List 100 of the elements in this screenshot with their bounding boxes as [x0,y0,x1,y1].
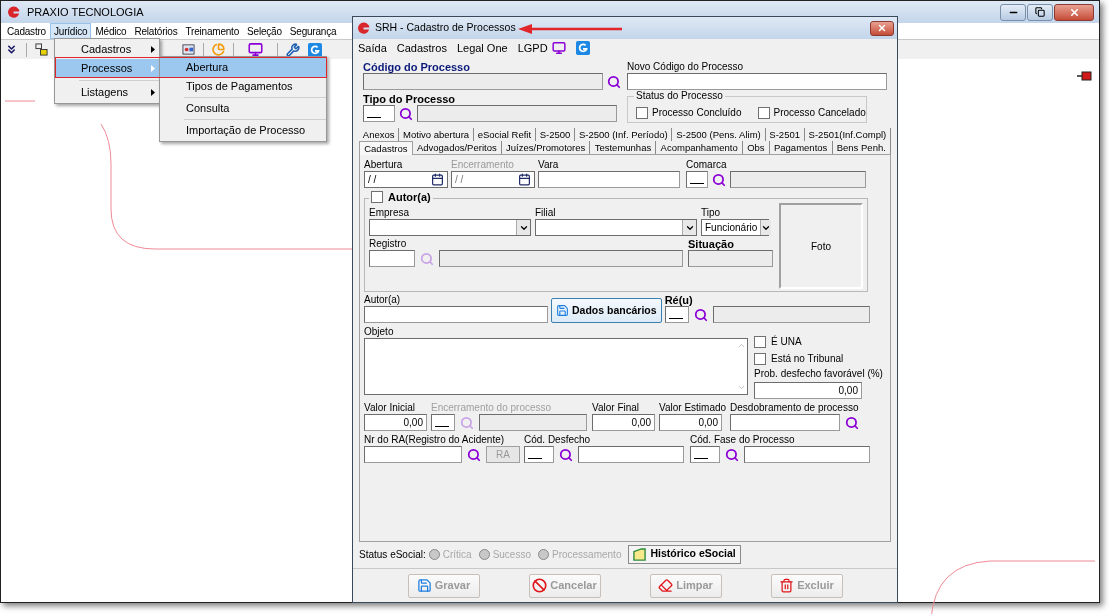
menu-item[interactable]: Importação de Processo [160,121,326,140]
input-field[interactable] [479,414,587,431]
input-field[interactable] [690,446,720,463]
input-field[interactable] [439,250,683,267]
menu-item[interactable]: Seleção [243,23,286,39]
search-icon[interactable] [693,307,708,322]
tab[interactable]: Pagamentos [769,141,833,154]
tab[interactable]: S-2501 [765,128,805,141]
input-field[interactable] [712,306,870,323]
search-icon[interactable] [559,447,573,462]
bank-details-button[interactable]: Dados bancários [551,298,662,323]
close-button[interactable] [1054,3,1094,21]
input-field[interactable] [369,250,415,267]
checkbox[interactable] [754,352,766,365]
collapse-icon[interactable] [5,43,18,56]
menu-item[interactable]: Relatórios [130,23,182,39]
tab[interactable]: Acompanhamento [656,141,743,154]
checkbox[interactable] [636,106,648,119]
history-button[interactable]: Histórico eSocial [628,544,741,564]
menu-item[interactable]: Treinamento [181,23,244,39]
tab[interactable]: Bens Penh. [832,141,892,154]
tab[interactable]: S-2501(Inf.Compl) [804,128,892,141]
input-field[interactable] [730,171,866,188]
tab[interactable]: Juízes/Promotores [501,141,591,154]
input-field[interactable] [364,446,462,463]
tab[interactable]: Cadastros [359,141,413,155]
input-field[interactable] [686,171,708,188]
field-label: Registro [369,238,408,250]
dropdown[interactable] [535,219,697,236]
tab[interactable]: Obs [742,141,770,154]
input-field[interactable] [363,73,603,90]
tab[interactable]: S-2500 (Pens. Alim) [672,128,766,141]
input-field[interactable] [730,414,841,431]
window-title: SRH - Cadastro de Processos [375,20,516,36]
tree-icon[interactable] [35,43,48,56]
input-field[interactable] [578,446,684,463]
search-icon[interactable] [845,415,860,430]
menu-item[interactable]: Cadastros [55,40,159,59]
input-field[interactable]: 0,00 [754,382,862,399]
checkbox[interactable] [371,191,383,203]
menu-item[interactable]: Médico [91,23,131,39]
menu-item[interactable]: Segurança [285,23,341,39]
text-area[interactable] [364,338,748,395]
tab[interactable]: Testemunhas [590,141,657,154]
submenu-arrow-icon [151,89,155,96]
restore-button[interactable] [1027,3,1053,21]
input-field[interactable]: 0,00 [659,414,722,431]
tab[interactable]: eSocial Refit [473,128,536,141]
app-icon[interactable] [308,42,322,57]
input-field[interactable] [664,306,689,323]
search-icon[interactable] [712,172,726,187]
date-field[interactable]: / / [364,171,448,188]
field-label: Tipo [701,207,722,219]
restore-icon [1035,7,1045,17]
dropdown[interactable] [369,219,531,236]
input-field[interactable] [364,306,548,323]
pin-icon [1077,71,1093,81]
input-field[interactable]: 0,00 [592,414,655,431]
id-card-icon[interactable] [182,43,195,56]
menu-item[interactable]: Tipos de Pagamentos [160,77,326,96]
search-icon[interactable] [467,447,481,462]
tab[interactable]: S-2500 [535,128,576,141]
checkbox[interactable] [757,106,770,119]
menu-item[interactable]: LGPD [517,39,548,57]
trash-icon [779,578,795,593]
input-field[interactable] [538,171,680,188]
tools-icon[interactable] [286,42,300,57]
search-icon[interactable] [725,447,739,462]
checkbox[interactable] [754,335,766,348]
input-field[interactable] [417,105,617,122]
calendar-icon[interactable] [431,173,444,186]
menu-item[interactable]: Saída [358,39,387,57]
input-field[interactable] [524,446,554,463]
menu-item[interactable]: Jurídico [50,23,92,39]
monitor-icon[interactable] [248,42,263,57]
dropdown[interactable]: Funcionário [701,219,769,236]
close-button[interactable] [870,20,894,36]
input-field[interactable] [627,73,887,90]
menu-item[interactable]: Cadastros [396,39,447,57]
app-icon[interactable] [575,41,590,55]
tab[interactable]: Advogados/Peritos [412,141,502,154]
tab[interactable]: S-2500 (Inf. Período) [575,128,673,141]
menu-item[interactable]: Listagens [55,83,159,102]
field-label: Novo Código do Processo [627,61,745,73]
input-field[interactable] [688,250,773,267]
input-field[interactable] [744,446,870,463]
menu-item[interactable]: Consulta [160,99,326,118]
menu-item[interactable]: Legal One [456,39,508,57]
monitor-icon[interactable] [551,41,566,55]
search-icon[interactable] [607,74,621,89]
input-field[interactable] [363,105,395,122]
menu-item[interactable]: Cadastro [3,23,50,39]
menu-item[interactable]: Abertura [160,58,326,77]
search-icon[interactable] [399,106,413,121]
input-field[interactable]: 0,00 [364,414,427,431]
checkbox-label: Processo Concluído [652,106,742,120]
input-field[interactable] [431,414,455,431]
checkbox-label: Está no Tribunal [771,352,844,366]
document-icon [633,547,647,561]
field-label: Desdobramento de processo [730,402,860,414]
